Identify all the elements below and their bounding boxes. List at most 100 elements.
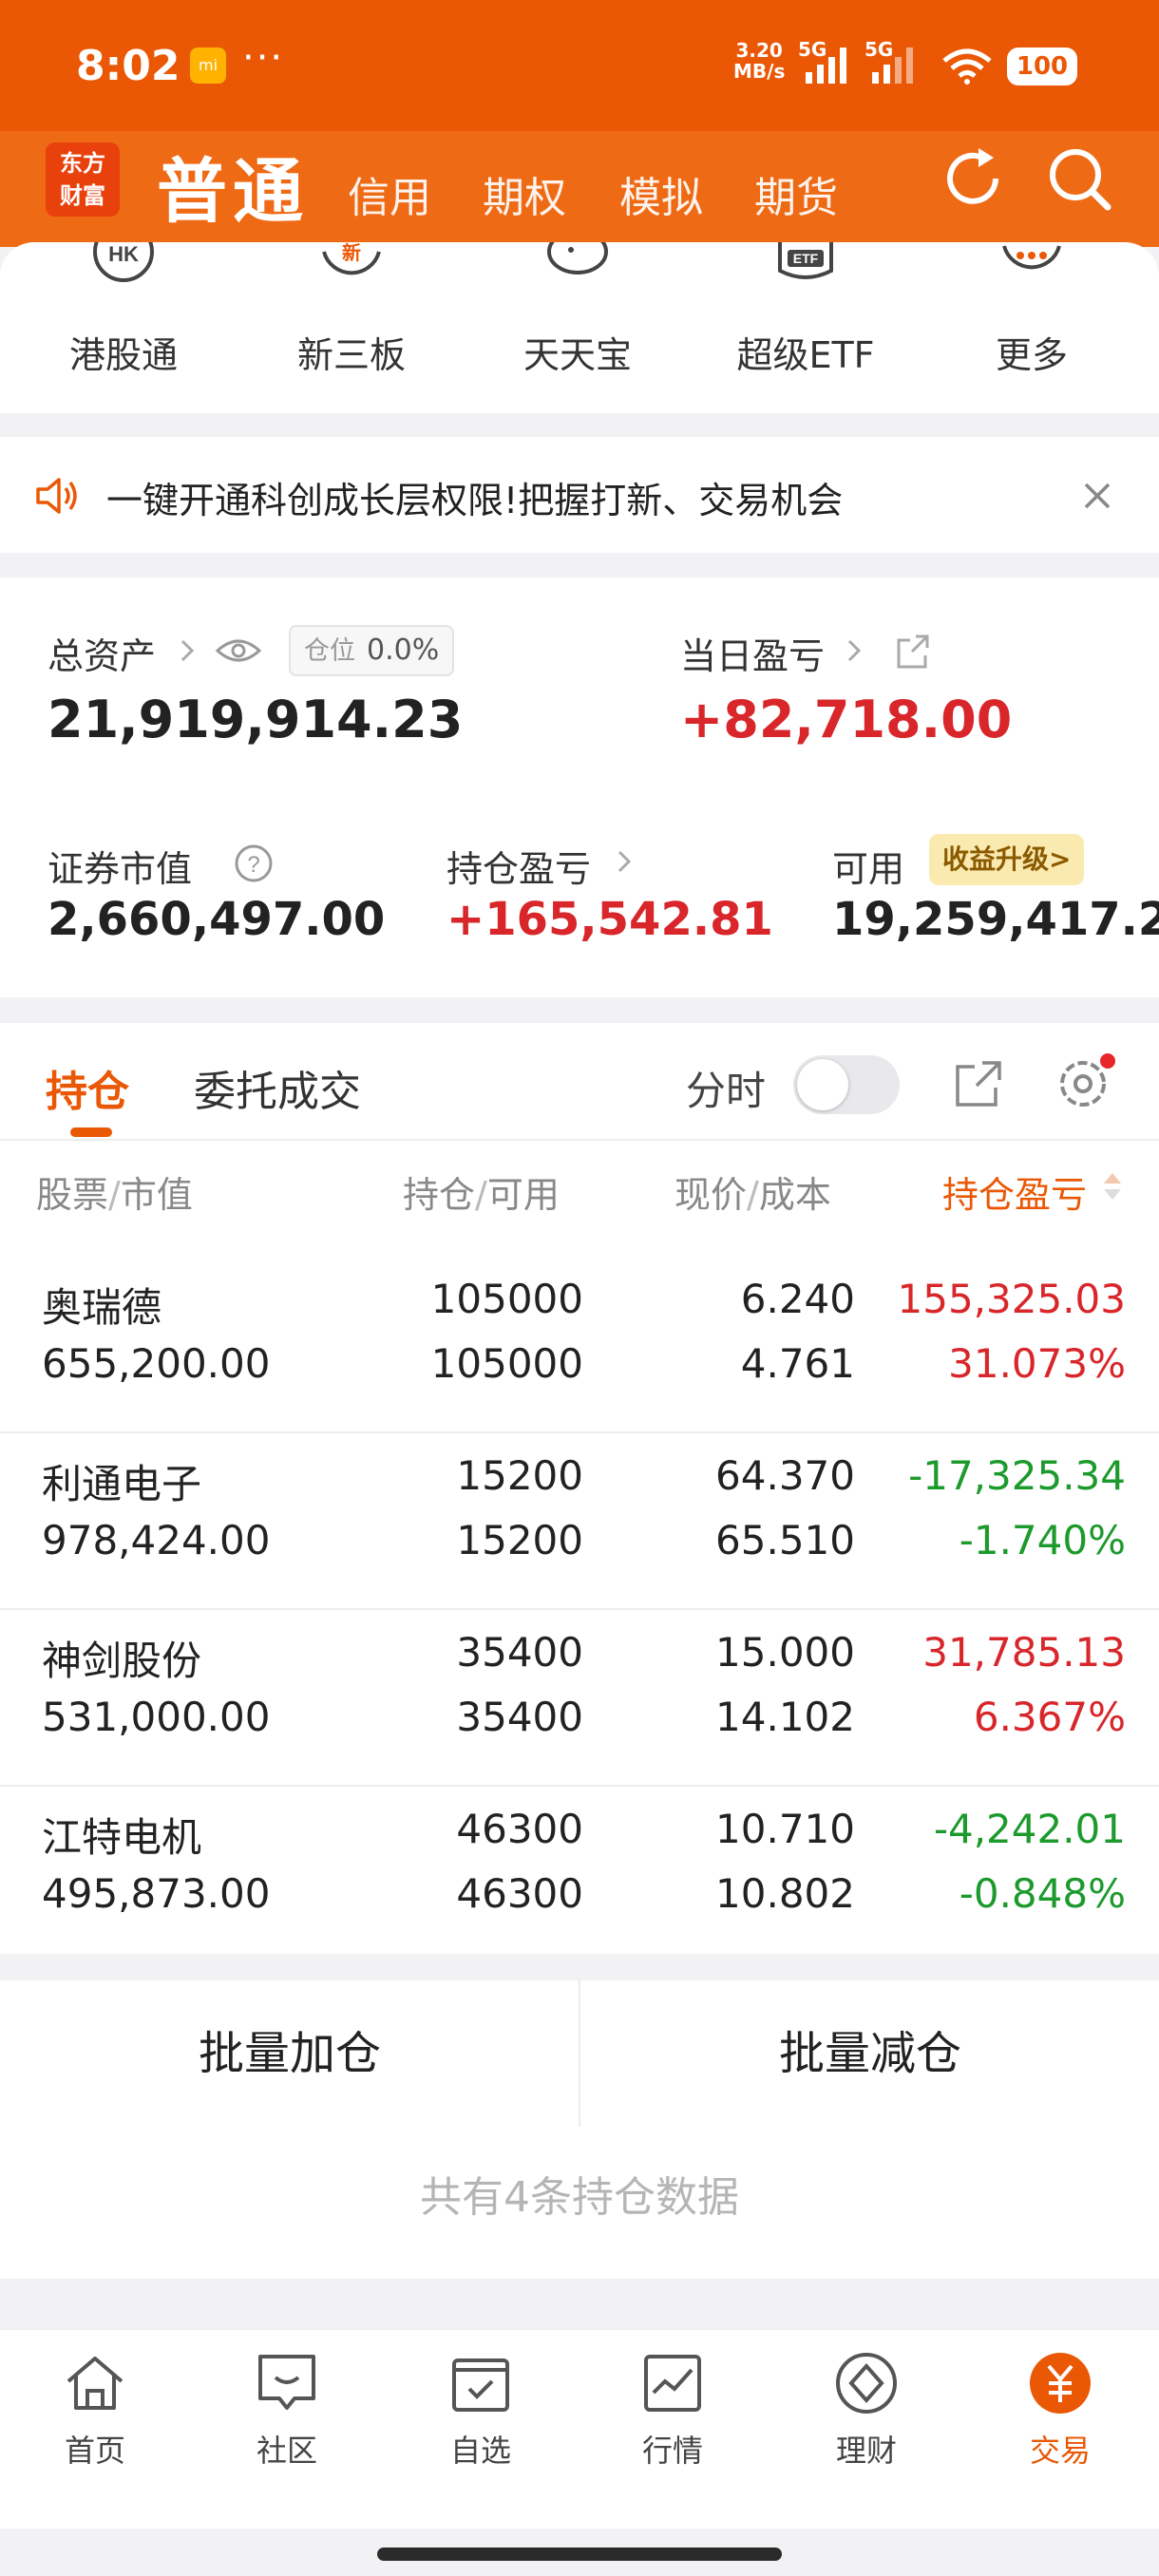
holding-count: 共有4条持仓数据 <box>0 2127 1159 2279</box>
wealth-icon <box>836 2353 897 2414</box>
holding-pnl-pct: -0.848% <box>959 1870 1126 1917</box>
nav-market[interactable]: 行情 <box>578 2349 768 2471</box>
tab-holdings[interactable]: 持仓 <box>46 1057 129 1118</box>
shortcut-label: 新三板 <box>296 334 406 376</box>
status-bar: 8:02 mi ··· 3.20 MB/s 5G 5G 100 <box>0 0 1159 131</box>
col-price-a: 现价 <box>674 1174 748 1216</box>
help-icon[interactable]: ? <box>234 843 274 883</box>
holding-pnl: -17,325.34 <box>908 1452 1126 1499</box>
toggle-knob <box>797 1059 848 1110</box>
notice-text: 一键开通科创成长层权限!把握打新、交易机会 <box>106 480 844 521</box>
holding-pnl-pct: 6.367% <box>973 1694 1126 1740</box>
cost-price: 65.510 <box>715 1517 855 1563</box>
refresh-icon[interactable] <box>935 141 1011 217</box>
new-icon: 新 <box>322 242 381 275</box>
search-icon[interactable] <box>1041 141 1117 217</box>
position-qty: 35400 <box>456 1629 583 1676</box>
col-pnl[interactable]: 持仓盈亏 <box>942 1165 1087 1218</box>
market-value: 978,424.00 <box>42 1517 271 1563</box>
table-row[interactable]: 奥瑞德 655,200.00 105000 105000 6.240 4.761 155,3… <box>0 1255 1159 1431</box>
col-stock-b: 市值 <box>120 1174 193 1216</box>
total-assets-label[interactable]: 总资产 <box>48 627 156 679</box>
col-position[interactable]: 持仓/可用 <box>403 1165 560 1218</box>
table-row[interactable]: 神剑股份 531,000.00 35400 35400 15.000 14.102 31,7… <box>0 1608 1159 1785</box>
cost-price: 10.802 <box>715 1870 855 1917</box>
notice-banner[interactable]: 一键开通科创成长层权限!把握打新、交易机会 <box>0 437 1159 553</box>
eye-icon[interactable] <box>215 635 262 667</box>
available-label: 可用 <box>832 848 905 890</box>
tab-credit[interactable]: 信用 <box>348 163 431 224</box>
tab-futures[interactable]: 期货 <box>754 163 838 224</box>
market-icon <box>644 2355 701 2412</box>
svg-text:ETF: ETF <box>793 251 819 266</box>
nav-watchlist[interactable]: 自选 <box>386 2349 576 2471</box>
intraday-toggle[interactable] <box>793 1055 900 1114</box>
col-price[interactable]: 现价/成本 <box>674 1165 831 1218</box>
tab-simulation[interactable]: 模拟 <box>619 163 703 224</box>
cost-price: 4.761 <box>740 1340 855 1387</box>
nav-home[interactable]: 首页 <box>0 2349 190 2471</box>
nav-trade[interactable]: 交易 <box>965 2349 1155 2471</box>
active-tab-indicator <box>70 1127 112 1137</box>
tab-normal[interactable]: 普通 <box>157 135 309 237</box>
holding-pnl-label[interactable]: 持仓盈亏 <box>446 840 591 892</box>
shortcut-hk[interactable]: HK 港股通 <box>28 242 218 378</box>
table-row[interactable]: 利通电子 978,424.00 15200 15200 64.370 65.510 -17,… <box>0 1431 1159 1608</box>
intraday-label: 分时 <box>686 1068 767 1114</box>
market-value: 495,873.00 <box>42 1870 271 1917</box>
sort-icon[interactable] <box>1102 1171 1123 1202</box>
community-icon <box>258 2355 315 2410</box>
shortcut-neeq[interactable]: 新 新三板 <box>256 242 446 378</box>
nav-community[interactable]: 社区 <box>192 2349 382 2471</box>
tab-options[interactable]: 期权 <box>483 163 566 224</box>
home-indicator[interactable] <box>377 2548 782 2561</box>
mi-icon: mi <box>190 47 226 84</box>
holding-pnl-value: +165,542.81 <box>446 893 773 946</box>
stock-name: 奥瑞德 <box>42 1284 162 1331</box>
batch-reduce-button[interactable]: 批量减仓 <box>580 1980 1159 2127</box>
daily-pnl-label[interactable]: 当日盈亏 <box>680 627 825 679</box>
market-value: 655,200.00 <box>42 1340 271 1387</box>
nav-label: 理财 <box>835 2433 897 2469</box>
shortcut-label: 天天宝 <box>522 334 632 376</box>
table-row[interactable]: 江特电机 495,873.00 46300 46300 10.710 10.802 -4,2… <box>0 1785 1159 1961</box>
upgrade-badge[interactable]: 收益升级> <box>929 834 1085 885</box>
close-icon[interactable] <box>1078 477 1116 515</box>
gear-icon[interactable] <box>1054 1051 1115 1112</box>
network-speed-value: 3.20 <box>735 39 783 62</box>
nav-label: 社区 <box>256 2433 317 2469</box>
nav-label: 自选 <box>449 2433 511 2469</box>
securities-value: 2,660,497.00 <box>48 893 386 946</box>
daily-pnl-value: +82,718.00 <box>680 690 1013 749</box>
batch-add-button[interactable]: 批量加仓 <box>0 1980 580 2127</box>
position-badge-label: 仓位 <box>304 636 355 666</box>
shortcut-etf[interactable]: ETF 超级ETF <box>711 242 901 378</box>
share-icon[interactable] <box>895 633 933 671</box>
chevron-right-icon <box>180 639 195 662</box>
app-header: 东方 财富 普通 信用 期权 模拟 期货 <box>0 131 1159 247</box>
holding-pnl: 155,325.03 <box>897 1276 1126 1322</box>
col-stock[interactable]: 股票/市值 <box>36 1165 193 1218</box>
logo-line-1: 东方 <box>60 150 105 177</box>
market-value: 531,000.00 <box>42 1694 271 1740</box>
export-icon[interactable] <box>954 1059 1003 1108</box>
more-icon <box>1002 245 1061 270</box>
tab-orders[interactable]: 委托成交 <box>194 1057 361 1118</box>
app-logo[interactable]: 东方 财富 <box>46 142 120 217</box>
shortcut-tiantianbao[interactable]: 天天宝 <box>483 242 673 378</box>
current-price: 15.000 <box>715 1629 855 1676</box>
shortcut-label: 更多 <box>995 334 1068 376</box>
svg-text:HK: HK <box>108 242 139 266</box>
nav-label: 交易 <box>1029 2433 1091 2469</box>
col-position-a: 持仓 <box>403 1174 476 1216</box>
stock-name: 利通电子 <box>42 1461 202 1507</box>
available-qty: 105000 <box>430 1340 583 1387</box>
current-price: 64.370 <box>715 1452 855 1499</box>
status-more: ··· <box>242 36 285 80</box>
etf-icon: ETF <box>778 242 833 279</box>
nav-wealth[interactable]: 理财 <box>771 2349 961 2471</box>
bottom-nav: 首页 社区 自选 行情 理财 交易 <box>0 2329 1159 2529</box>
shortcut-label: 港股通 <box>68 334 178 376</box>
chevron-right-icon <box>618 850 632 873</box>
shortcut-more[interactable]: 更多 <box>937 242 1127 378</box>
